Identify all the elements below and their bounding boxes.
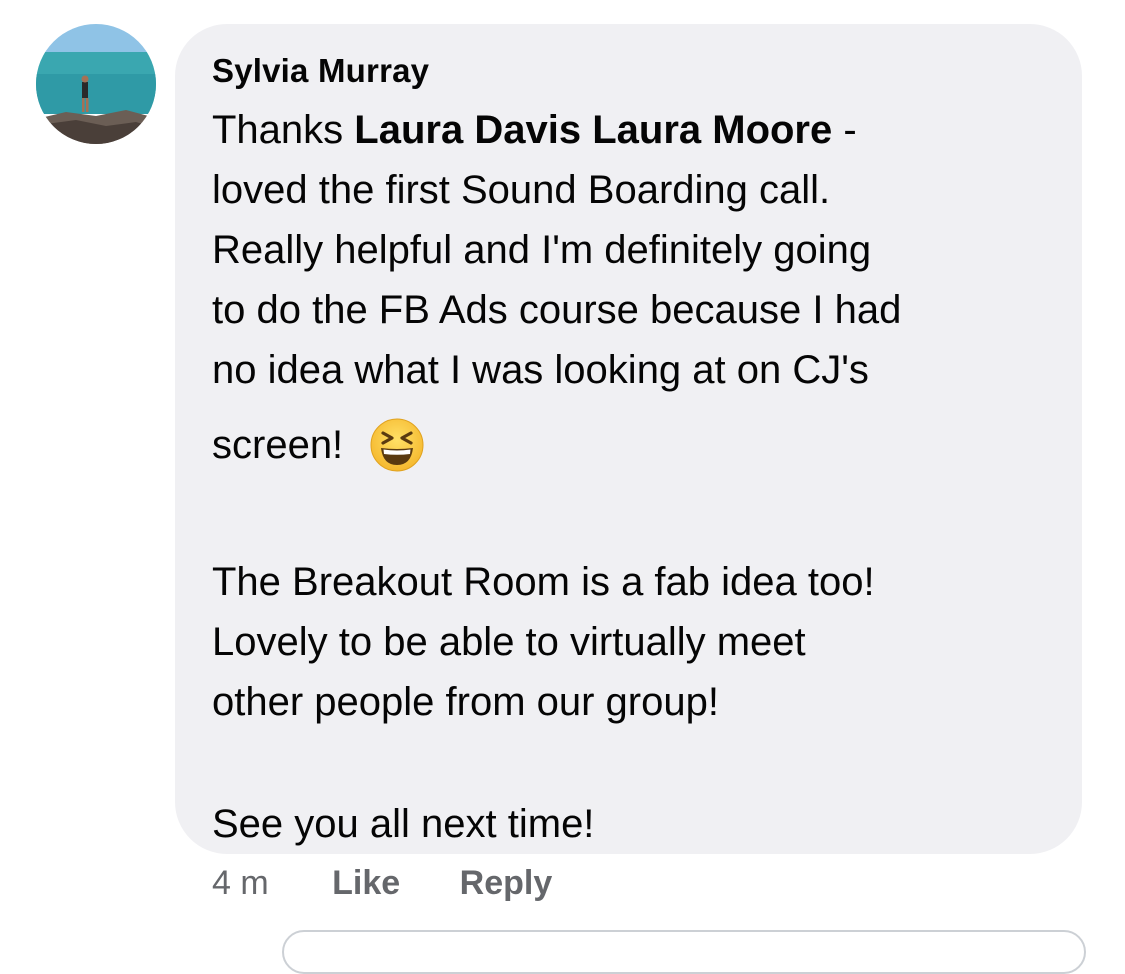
comment-line: loved the first Sound Boarding call. <box>212 168 831 212</box>
text-segment <box>581 108 592 152</box>
comment-line: Lovely to be able to virtually meet <box>212 620 806 664</box>
grinning-squinting-face-icon <box>369 415 425 472</box>
comment-line: Really helpful and I'm definitely going <box>212 228 872 272</box>
comment-author-name[interactable]: Sylvia Murray <box>212 52 429 90</box>
like-button[interactable]: Like <box>332 864 400 903</box>
text-segment: - <box>832 108 857 152</box>
mention-link[interactable]: Laura Moore <box>592 108 832 152</box>
comment-line: Thanks Laura Davis Laura Moore - <box>212 100 1062 160</box>
comment-actions: 4 m Like Reply <box>212 864 552 903</box>
reply-input[interactable] <box>282 930 1086 974</box>
comment-line: See you all next time! <box>212 802 595 846</box>
avatar-photo <box>36 24 156 144</box>
avatar[interactable] <box>36 24 156 144</box>
comment-timestamp[interactable]: 4 m <box>212 864 269 903</box>
comment-line: The Breakout Room is a fab idea too! <box>212 560 875 604</box>
comment-line: to do the FB Ads course because I had <box>212 288 902 332</box>
comment-body: Thanks Laura Davis Laura Moore - loved t… <box>212 100 1062 854</box>
mention-link[interactable]: Laura Davis <box>354 108 581 152</box>
text-segment: Thanks <box>212 108 355 152</box>
comment-line: no idea what I was looking at on CJ's <box>212 348 869 392</box>
text-segment: screen! <box>212 423 344 467</box>
comment-line: screen! <box>212 400 1062 490</box>
reply-button[interactable]: Reply <box>460 864 553 903</box>
comment-line: other people from our group! <box>212 680 719 724</box>
